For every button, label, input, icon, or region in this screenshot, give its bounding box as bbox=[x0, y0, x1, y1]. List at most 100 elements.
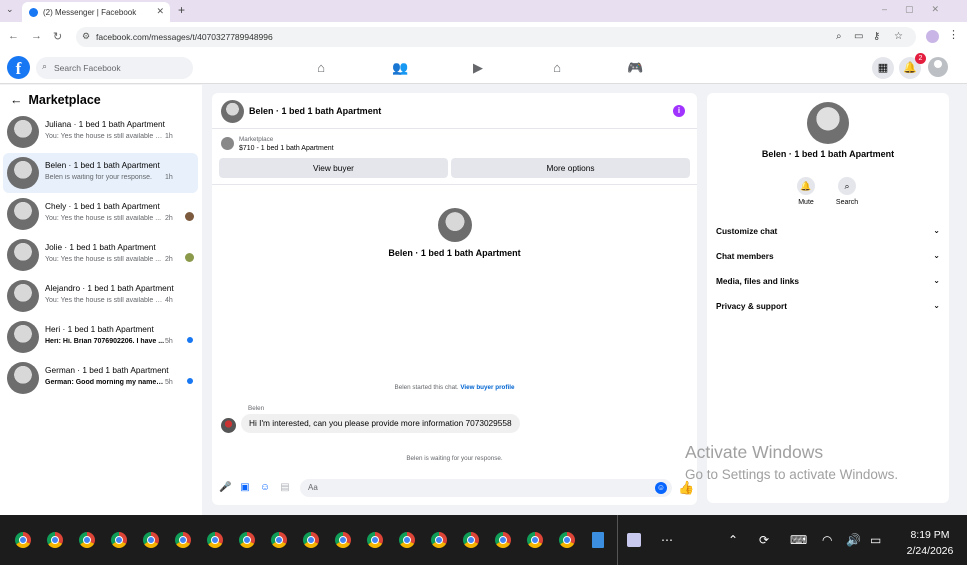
install-icon[interactable]: ▭ bbox=[854, 31, 863, 42]
show-hidden-icons-icon[interactable]: ⌃ bbox=[728, 533, 738, 547]
facebook-header: f ⌕ Search Facebook ⌂ 👥 ▶ ⌂ 🎮 ▦ 🔔 bbox=[0, 52, 967, 84]
media-files-links-row[interactable]: Media, files and links ⌄ bbox=[716, 276, 940, 286]
chrome-icon[interactable] bbox=[559, 532, 575, 548]
privacy-support-row[interactable]: Privacy & support ⌄ bbox=[716, 301, 940, 311]
key-icon[interactable]: ⚷ bbox=[873, 31, 880, 42]
notification-count-badge: 2 bbox=[915, 53, 926, 64]
facebook-favicon-icon bbox=[29, 7, 38, 17]
chrome-icon[interactable] bbox=[239, 532, 255, 548]
home-icon[interactable]: ⌂ bbox=[313, 60, 329, 76]
sender-avatar[interactable] bbox=[221, 418, 236, 433]
chevron-down-icon: ⌄ bbox=[933, 276, 940, 285]
new-tab-icon[interactable]: + bbox=[178, 3, 185, 17]
view-buyer-profile-link[interactable]: View buyer profile bbox=[460, 384, 514, 391]
more-apps-icon[interactable]: ⋯ bbox=[661, 533, 673, 547]
browser-tab[interactable]: (2) Messenger | Facebook ✕ bbox=[22, 2, 170, 22]
close-tab-icon[interactable]: ✕ bbox=[156, 6, 164, 17]
profile-avatar[interactable] bbox=[807, 102, 849, 144]
chevron-down-icon: ⌄ bbox=[933, 301, 940, 310]
sync-icon[interactable]: ⟳ bbox=[759, 533, 769, 547]
chrome-icon[interactable] bbox=[527, 532, 543, 548]
message-bubble[interactable]: Hi I'm interested, can you please provid… bbox=[241, 414, 520, 433]
friends-icon[interactable]: 👥 bbox=[392, 60, 408, 76]
listing-price[interactable]: $710 - 1 bed 1 bath Apartment bbox=[239, 145, 334, 152]
chrome-icon[interactable] bbox=[367, 532, 383, 548]
system-clock[interactable]: 8:19 PM 2/24/2026 bbox=[895, 527, 965, 559]
chat-profile-avatar[interactable] bbox=[438, 208, 472, 242]
more-options-button[interactable]: More options bbox=[451, 158, 690, 178]
wifi-icon[interactable]: ◠ bbox=[822, 533, 832, 547]
keyboard-icon[interactable]: ⌨ bbox=[790, 533, 807, 547]
conversation-item[interactable]: Belen · 1 bed 1 bath Apartment Belen is … bbox=[3, 153, 198, 193]
address-bar[interactable]: ⚙ facebook.com/messages/t/40703277899489… bbox=[76, 27, 916, 47]
conversation-item[interactable]: Heri · 1 bed 1 bath Apartment Heri: Hi. … bbox=[3, 317, 198, 357]
facebook-search-input[interactable]: ⌕ Search Facebook bbox=[36, 57, 193, 79]
menu-grid-icon[interactable]: ▦ bbox=[872, 57, 894, 79]
mute-bell-icon[interactable]: 🔔 bbox=[797, 177, 815, 195]
conversation-item[interactable]: Jolie · 1 bed 1 bath Apartment You: Yes … bbox=[3, 235, 198, 275]
chrome-icon[interactable] bbox=[271, 532, 287, 548]
chrome-icon[interactable] bbox=[335, 532, 351, 548]
conversation-preview: You: Yes the house is still available Se… bbox=[45, 133, 165, 140]
microphone-icon[interactable]: 🎤 bbox=[219, 482, 231, 494]
customize-chat-row[interactable]: Customize chat ⌄ bbox=[716, 226, 940, 236]
avatar bbox=[7, 198, 39, 230]
back-icon[interactable]: ← bbox=[8, 30, 19, 42]
gaming-icon[interactable]: 🎮 bbox=[627, 60, 643, 76]
chrome-icon[interactable] bbox=[495, 532, 511, 548]
chrome-icon[interactable] bbox=[463, 532, 479, 548]
chrome-icon[interactable] bbox=[15, 532, 31, 548]
conversation-item[interactable]: Alejandro · 1 bed 1 bath Apartment You: … bbox=[3, 276, 198, 316]
search-icon[interactable]: ⌕ bbox=[838, 177, 856, 195]
back-arrow-icon[interactable]: ← bbox=[10, 93, 23, 107]
marketplace-icon[interactable]: ⌂ bbox=[549, 60, 565, 76]
like-icon[interactable]: 👍 bbox=[678, 480, 694, 496]
avatar[interactable] bbox=[221, 100, 244, 123]
chrome-icon[interactable] bbox=[79, 532, 95, 548]
listing-thumbnail[interactable] bbox=[221, 137, 234, 150]
chrome-icon[interactable] bbox=[143, 532, 159, 548]
message-input[interactable]: Aa bbox=[300, 479, 672, 497]
chrome-icon[interactable] bbox=[399, 532, 415, 548]
app-icon[interactable] bbox=[627, 533, 641, 547]
facebook-logo-icon[interactable]: f bbox=[7, 56, 30, 79]
browser-toolbar: ← → ↻ ⚙ facebook.com/messages/t/40703277… bbox=[0, 22, 967, 52]
conversation-item[interactable]: Chely · 1 bed 1 bath Apartment You: Yes … bbox=[3, 194, 198, 234]
browser-profile-icon[interactable] bbox=[926, 30, 939, 43]
browser-tab-bar: ⌄ (2) Messenger | Facebook ✕ + –▢✕ bbox=[0, 0, 967, 22]
sticker-icon[interactable]: ☺ bbox=[259, 482, 271, 494]
waiting-notice: Belen is waiting for your response. bbox=[406, 455, 503, 462]
notepad-icon[interactable] bbox=[592, 532, 604, 548]
bookmark-star-icon[interactable]: ☆ bbox=[894, 31, 903, 42]
reload-icon[interactable]: ↻ bbox=[53, 30, 62, 43]
chrome-icon[interactable] bbox=[175, 532, 191, 548]
battery-icon[interactable]: ▭ bbox=[870, 533, 881, 547]
volume-icon[interactable]: 🔊 bbox=[846, 533, 861, 547]
account-avatar[interactable] bbox=[928, 57, 948, 77]
tab-search-icon[interactable]: ⌄ bbox=[6, 4, 14, 15]
window-controls[interactable]: –▢✕ bbox=[882, 4, 957, 15]
gif-icon[interactable]: ▤ bbox=[279, 482, 291, 494]
windows-taskbar: ⋯ ⌃ ⟳ ⌨ ◠ 🔊 ▭ 8:19 PM 2/24/2026 bbox=[0, 515, 967, 565]
conversation-name: Heri · 1 bed 1 bath Apartment bbox=[45, 324, 154, 334]
chrome-icon[interactable] bbox=[207, 532, 223, 548]
forward-icon[interactable]: → bbox=[31, 30, 42, 42]
chat-members-row[interactable]: Chat members ⌄ bbox=[716, 251, 940, 261]
chat-title[interactable]: Belen · 1 bed 1 bath Apartment bbox=[249, 106, 381, 116]
conversation-item[interactable]: German · 1 bed 1 bath Apartment German: … bbox=[3, 358, 198, 398]
chrome-icon[interactable] bbox=[47, 532, 63, 548]
emoji-icon[interactable]: ☺ bbox=[655, 482, 667, 494]
avatar bbox=[7, 116, 39, 148]
chrome-icon[interactable] bbox=[111, 532, 127, 548]
video-icon[interactable]: ▶ bbox=[470, 60, 486, 76]
view-buyer-button[interactable]: View buyer bbox=[219, 158, 448, 178]
conversation-preview: German: Good morning my name i... bbox=[45, 379, 165, 386]
zoom-icon[interactable]: ⌕ bbox=[836, 31, 842, 42]
chrome-icon[interactable] bbox=[303, 532, 319, 548]
chrome-icon[interactable] bbox=[431, 532, 447, 548]
info-icon[interactable]: i bbox=[673, 105, 685, 117]
browser-menu-icon[interactable]: ⋮ bbox=[948, 28, 959, 41]
site-info-icon[interactable]: ⚙ bbox=[82, 31, 90, 42]
photo-icon[interactable]: ▣ bbox=[239, 482, 251, 494]
conversation-item[interactable]: Juliana · 1 bed 1 bath Apartment You: Ye… bbox=[3, 112, 198, 152]
